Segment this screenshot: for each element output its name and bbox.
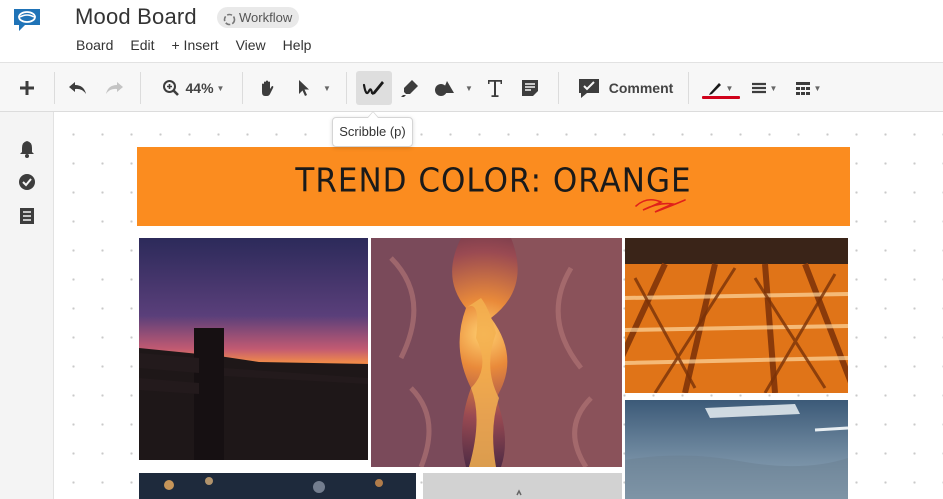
banner-title: TREND COLOR: ORANGE (295, 162, 692, 200)
pen-color-button[interactable]: ▼ (700, 71, 740, 105)
workflow-button[interactable]: Workflow (217, 7, 300, 28)
toolbar-divider (558, 72, 559, 104)
comment-label: Comment (608, 80, 674, 96)
shapes-tool-button[interactable]: ▼ (430, 71, 476, 105)
brand-logo-icon[interactable] (11, 6, 43, 32)
toolbar-divider (242, 72, 243, 104)
check-circle-icon (19, 174, 35, 190)
add-button[interactable] (12, 71, 42, 105)
plus-icon (20, 81, 34, 95)
app-window: Mood Board Workflow Board Edit + Insert … (0, 0, 943, 499)
zoom-control[interactable]: 44% ▼ (156, 71, 230, 105)
toolbar-divider (140, 72, 141, 104)
shapes-icon (435, 81, 455, 96)
city-lights-photo[interactable] (139, 473, 416, 499)
scribble-tooltip: Scribble (p) (332, 111, 413, 147)
chevron-down-icon: ▼ (323, 83, 331, 93)
line-style-button[interactable]: ▼ (746, 71, 782, 105)
pen-color-icon (708, 83, 721, 95)
toolbar-divider (54, 72, 55, 104)
menu-help[interactable]: Help (283, 37, 312, 55)
list-icon (20, 208, 34, 224)
red-scribble-annotation[interactable] (633, 192, 689, 214)
chevron-down-icon: ▼ (216, 83, 225, 93)
highlighter-icon (401, 80, 418, 97)
chevron-down-icon: ▼ (813, 83, 822, 93)
scribble-tool-button[interactable] (356, 71, 392, 105)
workflow-label: Workflow (239, 10, 293, 25)
comment-button[interactable]: Comment (570, 71, 680, 105)
sunset-fence-photo[interactable] (139, 238, 368, 460)
pointer-icon (299, 80, 310, 96)
bell-icon (20, 141, 34, 158)
menu-edit[interactable]: Edit (130, 37, 154, 55)
chevron-down-icon: ▼ (725, 83, 734, 93)
hand-tool-button[interactable] (254, 71, 282, 105)
orange-tiles-shadow-photo[interactable] (625, 238, 848, 393)
tasks-button[interactable] (16, 171, 38, 193)
note-icon (522, 80, 538, 96)
undo-icon (69, 82, 86, 94)
zoom-value: 44% (185, 80, 214, 96)
activity-list-button[interactable] (16, 205, 38, 227)
notifications-button[interactable] (16, 138, 38, 160)
left-sidebar (0, 112, 54, 499)
toolbar: 44% ▼ ▼ ▼ Comment ▼ ▼ ▼ (0, 62, 943, 112)
toolbar-divider (346, 72, 347, 104)
sky-window-photo[interactable] (625, 400, 848, 499)
note-tool-button[interactable] (516, 71, 544, 105)
text-tool-button[interactable] (482, 71, 508, 105)
undo-button[interactable] (64, 71, 92, 105)
grid-options-button[interactable]: ▼ (790, 71, 826, 105)
highlighter-tool-button[interactable] (396, 71, 424, 105)
comment-icon (578, 79, 599, 98)
grid-icon (795, 82, 810, 95)
menu-bar: Board Edit + Insert View Help (76, 37, 328, 55)
trend-banner[interactable]: TREND COLOR: ORANGE (137, 147, 850, 226)
hand-icon (262, 80, 274, 96)
toolbar-divider (688, 72, 689, 104)
line-style-icon (751, 82, 766, 94)
board-title[interactable]: Mood Board (75, 4, 197, 30)
redo-button[interactable] (100, 71, 128, 105)
menu-view[interactable]: View (236, 37, 266, 55)
pointer-tool-button[interactable]: ▼ (290, 71, 338, 105)
chevron-down-icon: ▼ (769, 83, 778, 93)
menu-insert[interactable]: + Insert (171, 37, 218, 55)
gray-photo[interactable] (423, 473, 622, 499)
chevron-down-icon: ▼ (465, 83, 473, 93)
pen-color-swatch (702, 96, 740, 99)
canyon-photo[interactable] (371, 238, 622, 467)
redo-icon (106, 82, 123, 94)
menu-board[interactable]: Board (76, 37, 113, 55)
zoom-icon (162, 80, 179, 96)
workflow-icon (223, 11, 236, 26)
text-icon (488, 80, 502, 97)
scribble-icon (362, 81, 384, 95)
header: Mood Board Workflow Board Edit + Insert … (0, 0, 943, 62)
